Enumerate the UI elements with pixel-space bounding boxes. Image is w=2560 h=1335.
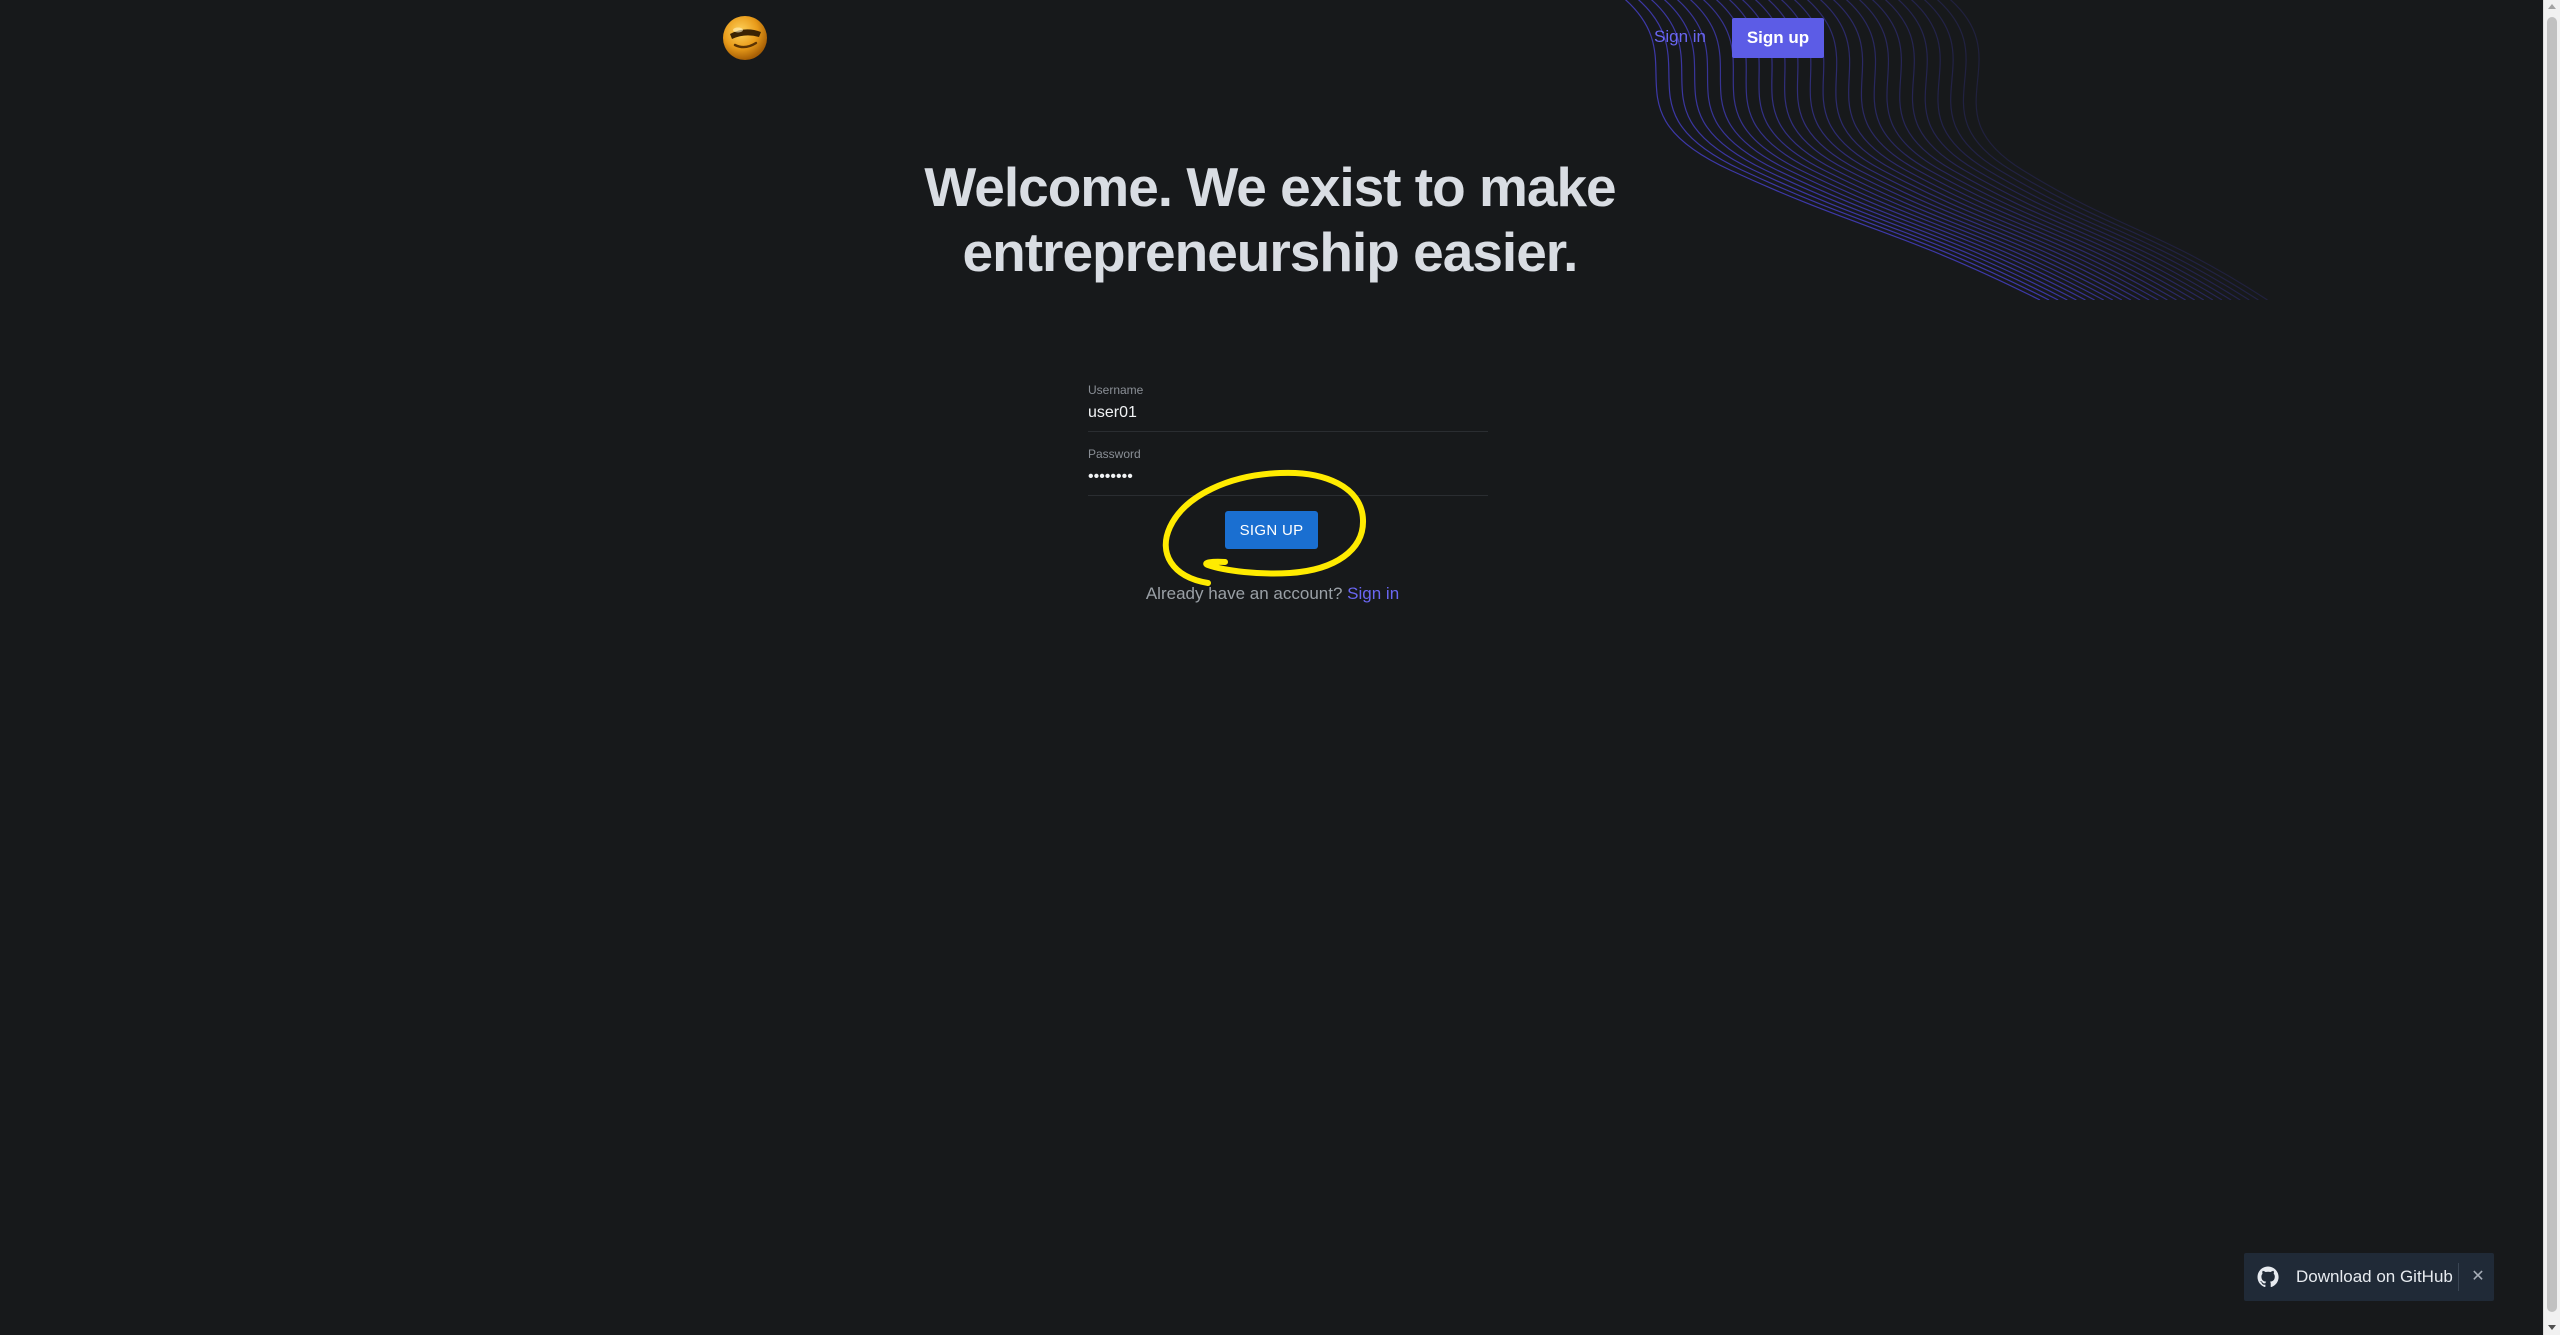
- form-signin-link[interactable]: Sign in: [1347, 584, 1399, 603]
- nav-signup-button[interactable]: Sign up: [1732, 18, 1824, 58]
- scroll-down-arrow-icon[interactable]: [2548, 1325, 2556, 1330]
- wave-line: [1663, 0, 2068, 300]
- wave-line: [1910, 0, 2241, 300]
- title-line-1: Welcome. We exist to make: [924, 156, 1616, 218]
- signin-prompt: Already have an account? Sign in: [1000, 583, 1545, 605]
- wave-line: [1871, 0, 2214, 300]
- password-input[interactable]: [1088, 467, 1488, 487]
- wave-line: [1650, 0, 2059, 300]
- nav-signin-link[interactable]: Sign in: [1654, 26, 1706, 48]
- wave-line: [1923, 0, 2250, 300]
- page-title: Welcome. We exist to make entrepreneursh…: [880, 155, 1660, 285]
- title-line-2: entrepreneurship easier.: [962, 221, 1579, 283]
- password-label: Password: [1088, 447, 1141, 461]
- username-field: Username: [1088, 383, 1488, 432]
- toast-divider: [2458, 1263, 2459, 1291]
- github-icon: [2257, 1266, 2279, 1288]
- wave-line: [1858, 0, 2205, 300]
- scroll-thumb[interactable]: [2547, 17, 2557, 1312]
- wave-line: [1936, 0, 2259, 300]
- already-text: Already have an account?: [1145, 584, 1343, 603]
- signup-submit-button[interactable]: SIGN UP: [1225, 511, 1318, 549]
- logo-icon[interactable]: [721, 14, 769, 62]
- vertical-scrollbar[interactable]: [2543, 0, 2560, 1335]
- close-icon[interactable]: ✕: [2466, 1265, 2490, 1289]
- scroll-up-arrow-icon[interactable]: [2548, 4, 2556, 9]
- github-toast: Download on GitHub ✕: [2244, 1253, 2494, 1301]
- wave-line: [1806, 0, 2168, 300]
- wave-line: [1897, 0, 2232, 300]
- wave-line: [1793, 0, 2159, 300]
- username-label: Username: [1088, 383, 1144, 397]
- username-input[interactable]: [1088, 403, 1488, 423]
- page: Sign in Sign up Welcome. We exist to mak…: [0, 0, 2560, 1335]
- wave-line: [1949, 0, 2268, 300]
- github-download-link[interactable]: Download on GitHub: [2296, 1267, 2453, 1287]
- wave-line: [1819, 0, 2177, 300]
- password-field: Password: [1088, 447, 1488, 496]
- wave-line: [1884, 0, 2223, 300]
- wave-line: [1845, 0, 2196, 300]
- wave-line: [1780, 0, 2150, 300]
- wave-line: [1832, 0, 2186, 300]
